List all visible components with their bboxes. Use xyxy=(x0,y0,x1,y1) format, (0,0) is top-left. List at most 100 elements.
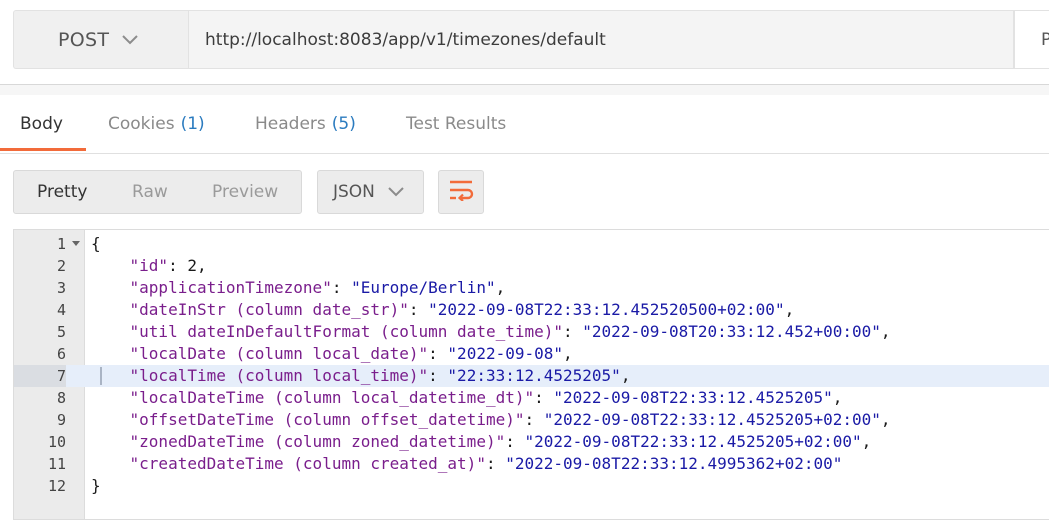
code-line[interactable]: 5 "util dateInDefaultFormat (column date… xyxy=(14,321,1049,343)
json-punctuation: : xyxy=(563,322,583,341)
json-punctuation: , xyxy=(861,432,872,451)
chevron-down-icon xyxy=(121,31,139,49)
json-punctuation: } xyxy=(91,476,101,495)
line-number: 11 xyxy=(47,455,66,473)
code-text: "localTime (column local_time)": "22:33:… xyxy=(91,365,631,387)
json-string: "2022-09-08T22:33:12.452520500+02:00" xyxy=(428,300,785,319)
line-number: 7 xyxy=(14,365,66,387)
count-badge: (1) xyxy=(180,114,205,134)
view-label: Raw xyxy=(132,182,168,202)
json-string: "2022-09-08T22:33:12.4525205+02:00" xyxy=(543,410,881,429)
tab-test-results[interactable]: Test Results xyxy=(406,95,506,153)
code-text: "createdDateTime (column created_at)": "… xyxy=(91,453,843,475)
code-line[interactable]: 11 "createdDateTime (column created_at)"… xyxy=(14,453,1049,475)
format-label: JSON xyxy=(333,182,375,202)
json-punctuation: : xyxy=(428,344,448,363)
json-punctuation: , xyxy=(620,366,631,385)
view-raw-button[interactable]: Raw xyxy=(132,171,168,213)
code-line[interactable]: 4 "dateInStr (column date_str)": "2022-0… xyxy=(14,299,1049,321)
json-punctuation: : xyxy=(428,366,448,385)
json-punctuation: , xyxy=(784,300,795,319)
line-number: 9 xyxy=(56,411,66,429)
json-punctuation: : xyxy=(534,388,554,407)
line-number: 2 xyxy=(56,257,66,275)
view-label: Pretty xyxy=(37,182,88,202)
code-text: "util dateInDefaultFormat (column date_t… xyxy=(91,321,891,343)
method-label: POST xyxy=(58,28,110,51)
tab-headers[interactable]: Headers (5) xyxy=(255,95,356,153)
code-text: "zonedDateTime (column zoned_datetime)":… xyxy=(91,431,872,453)
json-punctuation: : xyxy=(168,256,188,275)
params-label: P xyxy=(1041,29,1049,50)
tab-cookies[interactable]: Cookies (1) xyxy=(108,95,205,153)
count-badge: (5) xyxy=(331,114,356,134)
active-tab-indicator xyxy=(0,148,86,151)
json-key: "util dateInDefaultFormat (column date_t… xyxy=(91,322,564,341)
json-number: 2 xyxy=(187,256,197,275)
json-key: "id" xyxy=(91,256,169,275)
tab-body[interactable]: Body xyxy=(20,95,63,153)
tab-label: Test Results xyxy=(406,114,507,134)
response-tabs: Body Cookies (1) Headers (5) Test Result… xyxy=(0,95,1049,154)
format-select[interactable]: JSON xyxy=(317,170,424,214)
json-string: "2022-09-08T22:33:12.4525205" xyxy=(553,388,833,407)
view-preview-button[interactable]: Preview xyxy=(212,171,278,213)
line-number: 12 xyxy=(47,477,66,495)
json-punctuation: , xyxy=(880,322,891,341)
line-number: 8 xyxy=(56,389,66,407)
chevron-down-icon xyxy=(387,183,405,201)
json-string: "2022-09-08T22:33:12.4525205+02:00" xyxy=(524,432,862,451)
json-key: "dateInStr (column date_str)" xyxy=(91,300,409,319)
response-body-editor[interactable]: 1{2 "id": 2, 3 "applicationTimezone": "Eu… xyxy=(13,229,1049,520)
json-key: "localDate (column local_date)" xyxy=(91,344,429,363)
request-bar: POST http://localhost:8083/app/v1/timezo… xyxy=(0,0,1049,98)
url-text: http://localhost:8083/app/v1/timezones/d… xyxy=(205,29,606,50)
json-punctuation: { xyxy=(91,234,101,253)
json-key: "localTime (column local_time)" xyxy=(91,366,429,385)
json-punctuation: : xyxy=(524,410,544,429)
json-string: "2022-09-08" xyxy=(447,344,564,363)
line-number: 10 xyxy=(47,433,66,451)
json-string: "22:33:12.4525205" xyxy=(447,366,621,385)
code-line[interactable]: 7 "localTime (column local_time)": "22:3… xyxy=(14,365,1049,387)
url-input[interactable]: http://localhost:8083/app/v1/timezones/d… xyxy=(188,10,1014,69)
view-mode-segment: Pretty Raw Preview xyxy=(13,170,302,214)
code-line[interactable]: 1{ xyxy=(14,233,1049,255)
code-line[interactable]: 12} xyxy=(14,475,1049,497)
json-key: "applicationTimezone" xyxy=(91,278,332,297)
json-string: "2022-09-08T22:33:12.4995362+02:00" xyxy=(505,454,843,473)
json-punctuation: , xyxy=(832,388,843,407)
json-string: "Europe/Berlin" xyxy=(351,278,496,297)
line-number: 5 xyxy=(56,323,66,341)
fold-arrow-icon[interactable] xyxy=(70,233,82,255)
code-line[interactable]: 8 "localDateTime (column local_datetime_… xyxy=(14,387,1049,409)
json-key: "offsetDateTime (column offset_datetime)… xyxy=(91,410,525,429)
code-line[interactable]: 2 "id": 2, xyxy=(14,255,1049,277)
line-number: 3 xyxy=(56,279,66,297)
json-punctuation: : xyxy=(485,454,506,473)
method-select[interactable]: POST xyxy=(13,10,188,69)
tab-label: Body xyxy=(20,114,63,134)
code-line[interactable]: 10 "zonedDateTime (column zoned_datetime… xyxy=(14,431,1049,453)
json-punctuation: : xyxy=(408,300,429,319)
code-text: { xyxy=(91,233,101,255)
code-text: "localDate (column local_date)": "2022-0… xyxy=(91,343,573,365)
params-button[interactable]: P xyxy=(1014,10,1049,69)
json-punctuation: : xyxy=(505,432,525,451)
code-line[interactable]: 3 "applicationTimezone": "Europe/Berlin"… xyxy=(14,277,1049,299)
code-text: "localDateTime (column local_datetime_dt… xyxy=(91,387,843,409)
json-punctuation: , xyxy=(563,344,573,363)
json-key: "createdDateTime (column created_at)" xyxy=(91,454,486,473)
code-text: } xyxy=(91,475,101,497)
code-line[interactable]: 6 "localDate (column local_date)": "2022… xyxy=(14,343,1049,365)
view-pretty-button[interactable]: Pretty xyxy=(37,171,87,213)
json-punctuation: , xyxy=(196,256,207,275)
wrap-lines-button[interactable] xyxy=(438,170,484,214)
view-label: Preview xyxy=(212,182,279,202)
code-line[interactable]: 9 "offsetDateTime (column offset_datetim… xyxy=(14,409,1049,431)
line-number: 1 xyxy=(56,235,66,253)
json-punctuation: , xyxy=(880,410,891,429)
code-text: "applicationTimezone": "Europe/Berlin", xyxy=(91,277,506,299)
line-number: 4 xyxy=(56,301,66,319)
pane-separator[interactable] xyxy=(0,85,1049,95)
